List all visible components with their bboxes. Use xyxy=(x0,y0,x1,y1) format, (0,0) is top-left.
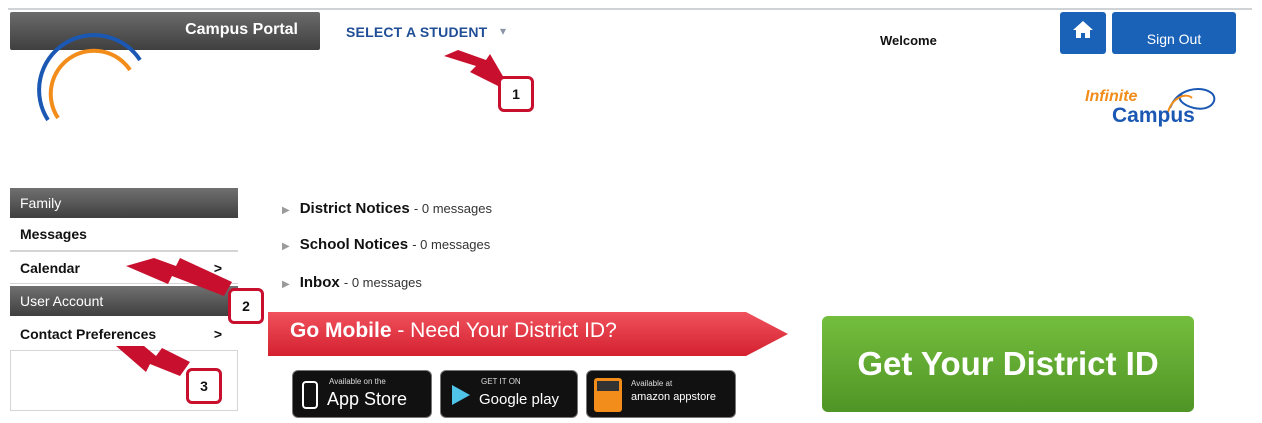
callout-3: 3 xyxy=(186,368,222,404)
callout-2: 2 xyxy=(228,288,264,324)
callout-1: 1 xyxy=(498,76,534,112)
callout-arrows xyxy=(116,50,504,376)
